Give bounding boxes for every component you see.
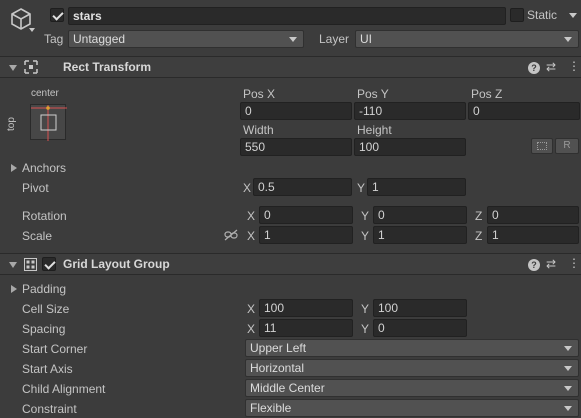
chevron-down-icon	[564, 346, 572, 351]
chevron-down-icon	[564, 366, 572, 371]
child-alignment-value: Middle Center	[250, 381, 325, 395]
cell-size-x-input[interactable]: 100	[259, 299, 353, 317]
rotation-y-axis[interactable]: Y	[361, 209, 369, 223]
constraint-value: Flexible	[250, 401, 292, 415]
width-label: Width	[243, 123, 274, 137]
cell-size-y-axis[interactable]: Y	[361, 302, 369, 316]
scale-z-axis[interactable]: Z	[475, 229, 482, 243]
static-dropdown-arrow[interactable]	[569, 13, 577, 18]
pos-x-label: Pos X	[243, 87, 276, 101]
pos-z-input[interactable]: 0	[468, 102, 580, 120]
chevron-down-icon	[289, 37, 297, 42]
spacing-x-input[interactable]: 11	[259, 319, 353, 337]
tag-dropdown[interactable]: Untagged	[68, 30, 304, 48]
chevron-down-icon	[564, 406, 572, 411]
static-checkbox[interactable]	[510, 8, 524, 22]
height-label: Height	[357, 123, 392, 137]
rotation-x-input[interactable]: 0	[259, 206, 353, 224]
rect-transform-icon	[24, 60, 38, 74]
icon-dropdown-arrow[interactable]	[29, 28, 35, 32]
start-axis-label: Start Axis	[22, 362, 73, 376]
rect-transform-header[interactable]: Rect Transform ? ⇄ ⋮	[0, 56, 581, 78]
padding-fold-icon[interactable]	[11, 285, 17, 293]
start-axis-dropdown[interactable]: Horizontal	[245, 359, 579, 377]
rotation-z-axis[interactable]: Z	[475, 209, 482, 223]
rotation-label: Rotation	[22, 209, 67, 223]
pivot-label: Pivot	[22, 181, 49, 195]
anchors-fold-icon[interactable]	[11, 164, 17, 172]
anchors-label[interactable]: Anchors	[22, 161, 66, 175]
start-corner-dropdown[interactable]: Upper Left	[245, 339, 579, 357]
scale-y-axis[interactable]: Y	[361, 229, 369, 243]
kebab-menu-icon[interactable]: ⋮	[568, 256, 580, 270]
tag-label: Tag	[44, 32, 64, 46]
height-input[interactable]: 100	[354, 138, 466, 156]
anchor-preset-top-label: center	[31, 88, 59, 99]
spacing-label: Spacing	[22, 322, 66, 336]
presets-icon[interactable]: ⇄	[546, 60, 556, 74]
grid-layout-header[interactable]: Grid Layout Group ? ⇄ ⋮	[0, 253, 581, 275]
start-corner-value: Upper Left	[250, 341, 307, 355]
layer-dropdown[interactable]: UI	[355, 30, 579, 48]
start-corner-label: Start Corner	[22, 342, 88, 356]
fold-arrow-icon[interactable]	[9, 65, 17, 71]
active-checkbox[interactable]	[50, 8, 64, 22]
cell-size-x-axis[interactable]: X	[247, 302, 255, 316]
cell-size-label: Cell Size	[22, 302, 70, 316]
width-input[interactable]: 550	[240, 138, 352, 156]
object-name-input[interactable]: stars	[68, 7, 506, 25]
section-title: Rect Transform	[63, 60, 152, 74]
presets-icon[interactable]: ⇄	[546, 257, 556, 271]
pos-y-label: Pos Y	[357, 87, 389, 101]
pos-y-input[interactable]: -110	[354, 102, 466, 120]
scale-x-axis[interactable]: X	[247, 229, 255, 243]
scale-x-input[interactable]: 1	[259, 226, 353, 244]
pivot-x-axis[interactable]: X	[243, 181, 251, 195]
section-title: Grid Layout Group	[63, 257, 170, 271]
rotation-z-input[interactable]: 0	[487, 206, 579, 224]
cell-size-y-input[interactable]: 100	[373, 299, 467, 317]
spacing-y-input[interactable]: 0	[373, 319, 467, 337]
layer-label: Layer	[319, 32, 350, 46]
blueprint-mode-button[interactable]	[531, 138, 553, 154]
grid-layout-icon	[24, 258, 37, 271]
static-label: Static	[527, 8, 558, 22]
anchor-preset-side-label: top	[6, 117, 17, 131]
pos-x-input[interactable]: 0	[240, 102, 352, 120]
spacing-y-axis[interactable]: Y	[361, 322, 369, 336]
scale-label: Scale	[22, 229, 53, 243]
rotation-y-input[interactable]: 0	[373, 206, 467, 224]
start-axis-value: Horizontal	[250, 361, 305, 375]
constraint-label: Constraint	[22, 402, 77, 416]
chevron-down-icon	[564, 386, 572, 391]
help-icon[interactable]: ?	[528, 62, 540, 74]
blueprint-mode-icon	[537, 142, 547, 150]
anchor-preset-button[interactable]	[30, 104, 67, 141]
rotation-x-axis[interactable]: X	[247, 209, 255, 223]
child-alignment-dropdown[interactable]: Middle Center	[245, 379, 579, 397]
child-alignment-label: Child Alignment	[22, 382, 106, 396]
scale-y-input[interactable]: 1	[373, 226, 467, 244]
pivot-y-input[interactable]: 1	[367, 178, 466, 196]
unlink-icon[interactable]	[224, 229, 238, 241]
gameobject-header: stars Static Tag Untagged Layer UI	[0, 0, 581, 56]
scale-z-input[interactable]: 1	[487, 226, 579, 244]
tag-value: Untagged	[73, 32, 126, 46]
spacing-x-axis[interactable]: X	[247, 322, 255, 336]
layer-value: UI	[360, 32, 372, 46]
pivot-x-input[interactable]: 0.5	[253, 178, 352, 196]
fold-arrow-icon[interactable]	[9, 262, 17, 268]
constraint-dropdown[interactable]: Flexible	[245, 399, 579, 417]
help-icon[interactable]: ?	[528, 259, 540, 271]
raw-edit-button[interactable]: R	[555, 138, 579, 154]
pos-z-label: Pos Z	[471, 87, 503, 101]
pivot-y-axis[interactable]: Y	[357, 181, 365, 195]
kebab-menu-icon[interactable]: ⋮	[568, 59, 580, 73]
grid-layout-enabled-checkbox[interactable]	[42, 257, 56, 271]
padding-label[interactable]: Padding	[22, 282, 66, 296]
chevron-down-icon	[564, 37, 572, 42]
